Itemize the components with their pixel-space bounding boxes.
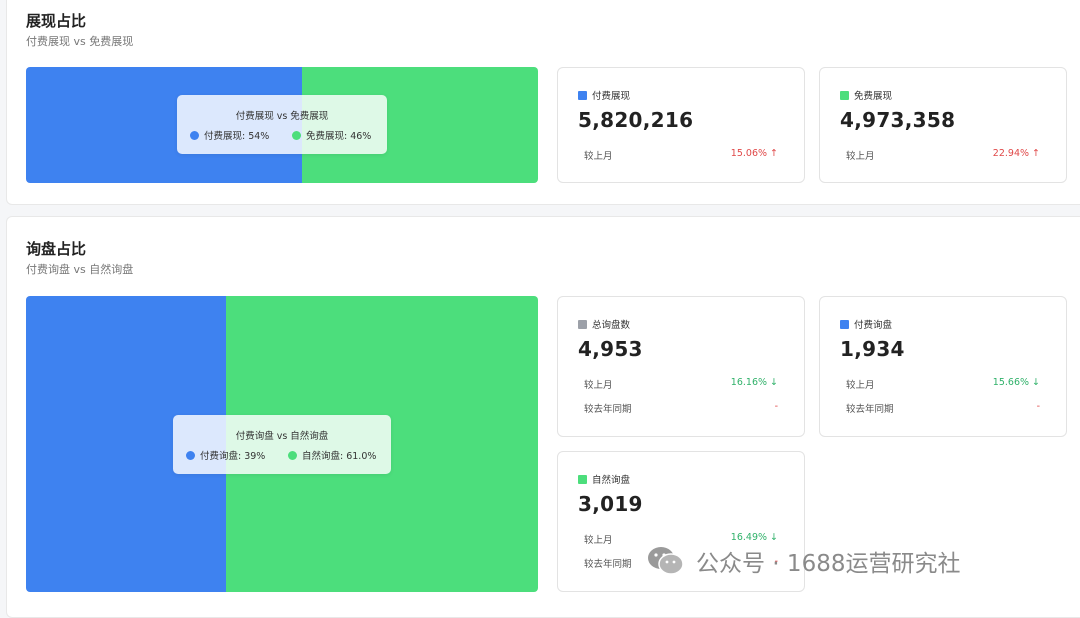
tooltip-label: 自然询盘: 61.0%: [302, 451, 377, 462]
row-label: 较上月: [584, 535, 613, 546]
section-subtitle: 付费询盘 vs 自然询盘: [26, 263, 134, 276]
tooltip-item-free: 免费展现: 46%: [292, 128, 371, 142]
row-label: 较上月: [846, 151, 875, 162]
row-label: 较去年同期: [846, 404, 894, 415]
watermark-text: 公众号 · 1688运营研究社: [696, 551, 961, 577]
tooltip-item-paid: 付费展现: 54%: [190, 128, 269, 142]
watermark: 公众号 · 1688运营研究社: [646, 544, 960, 578]
chart-tooltip: 付费展现 vs 免费展现 付费展现: 54% 免费展现: 46%: [177, 95, 387, 154]
row-value: -: [1036, 401, 1040, 412]
tooltip-label: 付费展现: 54%: [204, 131, 270, 142]
tooltip-item-natural: 自然询盘: 61.0%: [288, 448, 376, 462]
card-row-yoy: 较去年同期 -: [584, 401, 778, 415]
card-label: 自然询盘: [592, 475, 631, 486]
chart-tooltip: 付费询盘 vs 自然询盘 付费询盘: 39% 自然询盘: 61.0%: [173, 415, 391, 474]
row-value: -: [774, 401, 778, 412]
metric-card-paid-impressions: 付费展现 5,820,216 较上月 15.06% ↑: [557, 67, 805, 183]
card-label: 总询盘数: [592, 320, 631, 331]
card-row-mom: 较上月 15.66% ↓: [846, 377, 1040, 391]
card-label: 付费展现: [592, 91, 631, 102]
tooltip-title: 付费询盘 vs 自然询盘: [235, 431, 329, 442]
row-value: 16.16% ↓: [730, 377, 778, 388]
section-title: 展现占比: [26, 12, 87, 30]
card-label: 付费询盘: [854, 320, 893, 331]
card-value: 5,820,216: [578, 108, 694, 132]
card-value: 3,019: [578, 492, 643, 516]
legend-dot: [288, 450, 297, 460]
legend-dot: [190, 130, 199, 140]
impression-share-panel: 展现占比 付费展现 vs 免费展现 付费展现 vs 免费展现 付费展现: 54%…: [6, 0, 1080, 205]
row-value: 22.94% ↑: [992, 148, 1040, 159]
tooltip-label: 付费询盘: 39%: [200, 451, 266, 462]
section-title: 询盘占比: [26, 240, 87, 258]
metric-card-total-inquiries: 总询盘数 4,953 较上月 16.16% ↓ 较去年同期 -: [557, 296, 805, 437]
tooltip-item-paid: 付费询盘: 39%: [186, 448, 265, 462]
card-row-mom: 较上月 15.06% ↑: [584, 148, 778, 162]
row-value: 15.06% ↑: [730, 148, 778, 159]
metric-card-paid-inquiries: 付费询盘 1,934 较上月 15.66% ↓ 较去年同期 -: [819, 296, 1067, 437]
card-row-mom: 较上月 16.16% ↓: [584, 377, 778, 391]
legend-dot: [186, 450, 195, 460]
row-value: 15.66% ↓: [992, 377, 1040, 388]
row-label: 较上月: [846, 380, 875, 391]
card-value: 4,953: [578, 337, 643, 361]
card-label: 免费展现: [854, 91, 893, 102]
tooltip-title: 付费展现 vs 免费展现: [235, 111, 329, 122]
legend-square: [840, 90, 849, 100]
legend-square: [578, 90, 587, 100]
row-label: 较上月: [584, 151, 613, 162]
legend-square: [578, 319, 587, 329]
tooltip-label: 免费展现: 46%: [306, 131, 372, 142]
row-label: 较去年同期: [584, 404, 632, 415]
card-value: 4,973,358: [840, 108, 956, 132]
row-label: 较上月: [584, 380, 613, 391]
legend-square: [840, 319, 849, 329]
legend-dot: [292, 130, 301, 140]
card-value: 1,934: [840, 337, 905, 361]
legend-square: [578, 474, 587, 484]
section-subtitle: 付费展现 vs 免费展现: [26, 35, 134, 48]
card-row-mom: 较上月 22.94% ↑: [846, 148, 1040, 162]
card-row-yoy: 较去年同期 -: [846, 401, 1040, 415]
wechat-icon: [648, 547, 684, 575]
row-label: 较去年同期: [584, 559, 632, 570]
metric-card-free-impressions: 免费展现 4,973,358 较上月 22.94% ↑: [819, 67, 1067, 183]
